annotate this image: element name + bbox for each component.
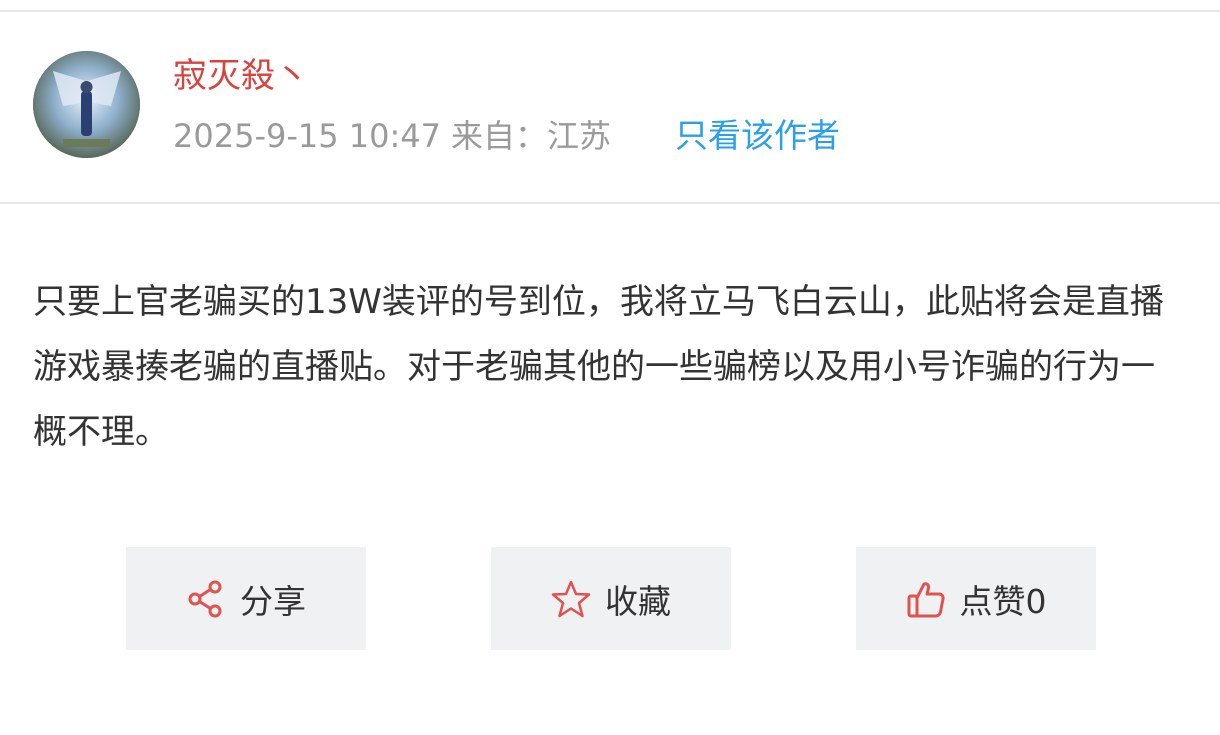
post-content: 只要上官老骗买的13W装评的号到位，我将立马飞白云山，此贴将会是直播游戏暴揍老骗… — [33, 282, 1164, 452]
share-icon — [186, 579, 226, 619]
share-button[interactable]: 分享 — [126, 547, 366, 650]
from-label: 来自： — [451, 117, 548, 155]
post-location: 江苏 — [547, 117, 612, 155]
only-author-link[interactable]: 只看该作者 — [675, 114, 840, 158]
star-icon — [551, 579, 591, 619]
author-name[interactable]: 寂灭殺丶 — [173, 54, 309, 98]
post-datetime: 2025-9-15 10:47 — [173, 117, 441, 155]
thumbs-up-icon — [906, 579, 946, 619]
header-divider — [0, 202, 1220, 204]
favorite-button[interactable]: 收藏 — [491, 547, 731, 650]
favorite-label: 收藏 — [605, 581, 671, 621]
action-bar: 分享 收藏 点赞0 — [0, 547, 1220, 650]
like-button[interactable]: 点赞0 — [856, 547, 1096, 650]
post-meta: 2025-9-15 10:47 来自：江苏 — [173, 114, 611, 158]
post-header: 寂灭殺丶 2025-9-15 10:47 来自：江苏 只看该作者 — [0, 12, 1220, 202]
avatar-image — [33, 51, 140, 158]
avatar[interactable] — [33, 51, 140, 158]
share-label: 分享 — [240, 581, 306, 621]
like-label: 点赞0 — [959, 581, 1047, 621]
